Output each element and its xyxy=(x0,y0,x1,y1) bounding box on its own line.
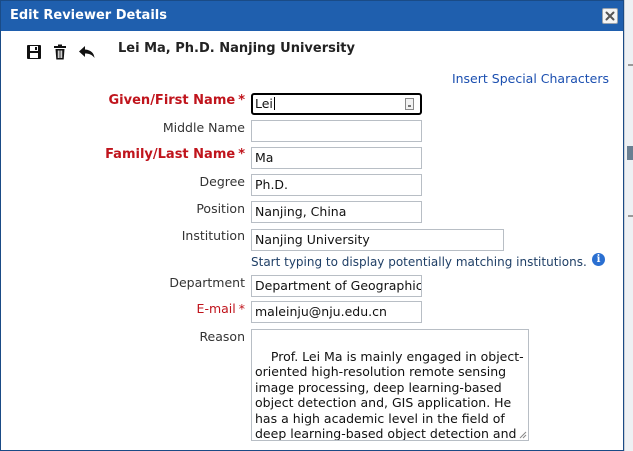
department-label: Department xyxy=(169,275,245,290)
institution-input[interactable]: Nanjing University xyxy=(251,229,504,251)
position-input[interactable]: Nanjing, China xyxy=(251,201,422,223)
institution-helper-text: Start typing to display potentially matc… xyxy=(251,255,587,269)
degree-input[interactable]: Ph.D. xyxy=(251,174,422,196)
save-icon[interactable] xyxy=(25,43,45,63)
background-mark xyxy=(628,64,633,66)
info-icon[interactable]: i xyxy=(592,253,605,266)
back-arrow-icon[interactable] xyxy=(77,43,97,63)
insert-special-characters-link[interactable]: Insert Special Characters xyxy=(452,71,609,86)
middle-name-input[interactable] xyxy=(251,120,422,142)
department-input[interactable]: Department of Geographic xyxy=(251,275,422,297)
reason-label: Reason xyxy=(199,329,245,344)
middle-name-label: Middle Name xyxy=(162,120,245,135)
institution-label: Institution xyxy=(181,228,245,243)
delete-icon[interactable] xyxy=(51,43,71,63)
resize-grip-icon[interactable] xyxy=(519,431,527,439)
dialog-titlebar: Edit Reviewer Details xyxy=(1,1,623,31)
dialog-title: Edit Reviewer Details xyxy=(10,8,167,23)
email-label: E-mail * xyxy=(196,301,245,316)
close-icon[interactable] xyxy=(602,8,618,24)
reviewer-name-header: Lei Ma, Ph.D. Nanjing University xyxy=(118,41,355,56)
keyboard-icon[interactable] xyxy=(405,98,414,110)
first-name-input[interactable]: Lei xyxy=(251,93,422,115)
last-name-label: Family/Last Name * xyxy=(105,147,245,162)
edit-reviewer-dialog: Edit Reviewer Details Lei Ma, Ph.D. Nanj… xyxy=(0,0,624,451)
background-mark xyxy=(627,146,633,160)
email-input[interactable]: maleinju@nju.edu.cn xyxy=(251,301,422,323)
reason-textarea[interactable]: Prof. Lei Ma is mainly engaged in object… xyxy=(251,329,529,441)
position-label: Position xyxy=(196,201,245,216)
background-mark xyxy=(628,215,633,217)
background-page-edge xyxy=(624,0,633,451)
degree-label: Degree xyxy=(199,174,246,189)
first-name-label: Given/First Name * xyxy=(108,93,245,108)
last-name-input[interactable]: Ma xyxy=(251,147,422,169)
